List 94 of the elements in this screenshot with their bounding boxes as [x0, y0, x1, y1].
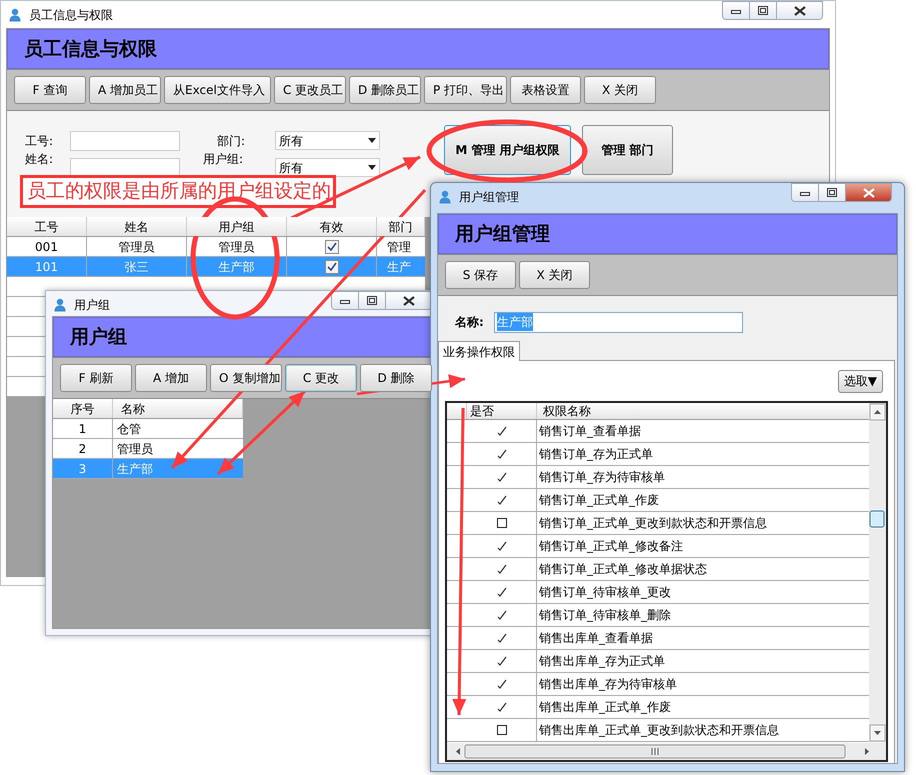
toolbar-button[interactable]: A 增加	[135, 364, 207, 392]
table-cell-text: 销售订单_待审核单_更改	[538, 584, 672, 601]
table-cell-text: 仓管	[116, 420, 142, 438]
column-header[interactable]: 序号	[53, 399, 113, 418]
row-number: 3	[53, 459, 113, 478]
maximize-button[interactable]	[750, 2, 777, 19]
row-number: 2	[53, 439, 113, 458]
toolbar-button[interactable]: X 关闭	[584, 76, 656, 104]
column-header[interactable]: 是否	[467, 403, 537, 419]
dropdown[interactable]: 所有	[275, 158, 380, 177]
toolbar-button[interactable]: A 增加员工	[89, 76, 161, 104]
maximize-icon	[827, 188, 837, 197]
table-cell-text: 管理	[386, 238, 412, 256]
toolbar-button[interactable]: X 关闭	[519, 261, 590, 289]
header-title: 用户组	[70, 324, 127, 350]
minimize-button[interactable]	[332, 292, 359, 309]
dropdown-arrow-icon	[368, 138, 376, 143]
table-cell-text: 销售订单_正式单_作废	[538, 492, 660, 509]
table-cell: 101	[7, 257, 87, 276]
minimize-button[interactable]	[723, 2, 750, 19]
table-cell-text: 销售出库单_存为正式单	[538, 653, 666, 670]
checkbox[interactable]	[324, 260, 338, 274]
maximize-button[interactable]	[819, 184, 846, 201]
table-cell-text: 销售订单_正式单_修改单据状态	[538, 561, 708, 578]
table-cell-text: 销售出库单_存为待审核单	[538, 676, 678, 693]
dropdown[interactable]: 所有	[275, 131, 380, 150]
close-button[interactable]	[777, 2, 822, 19]
vertical-scrollbar[interactable]	[869, 403, 886, 743]
action-button[interactable]: M 管理 用户组权限	[444, 125, 571, 175]
pick-button[interactable]: 选取▼	[838, 370, 883, 392]
minimize-button[interactable]	[792, 184, 819, 201]
field-label: 姓名:	[25, 151, 54, 168]
action-button[interactable]: 管理 部门	[582, 125, 673, 175]
table-cell-text: 销售订单_存为正式单	[538, 446, 654, 463]
minimize-icon	[731, 8, 741, 14]
column-header[interactable]: 名称	[113, 399, 243, 418]
horizontal-scrollbar[interactable]	[447, 743, 886, 760]
column-header[interactable]: 有效	[287, 217, 377, 236]
table-cell-text: 销售订单_正式单_修改备注	[538, 538, 684, 555]
text-field[interactable]	[70, 131, 180, 151]
table-cell-text: 销售订单_正式单_更改到款状态和开票信息	[538, 515, 768, 532]
table-cell: 张三	[87, 257, 187, 276]
window-title: 用户组管理	[459, 189, 519, 206]
close-icon	[794, 6, 806, 16]
field-label: 部门:	[217, 133, 246, 150]
table-cell-text: 管理员	[116, 440, 154, 458]
table-cell-text: 销售订单_查看单据	[538, 423, 642, 440]
close-icon	[402, 296, 414, 306]
maximize-button[interactable]	[359, 292, 386, 309]
table-cell: 管理员	[187, 237, 287, 256]
window-title: 员工信息与权限	[29, 7, 113, 24]
minimize-icon	[800, 190, 810, 196]
toolbar-button[interactable]: F 查询	[14, 76, 86, 104]
field-label: 工号:	[25, 133, 54, 150]
table-cell-text: 生产部	[116, 460, 154, 478]
toolbar-button[interactable]: C 更改	[285, 364, 357, 392]
table-cell-text: 销售出库单_正式单_更改到款状态和开票信息	[538, 722, 780, 739]
toolbar-button[interactable]: 表格设置	[510, 76, 581, 104]
table-cell: 生产部	[187, 257, 287, 276]
maximize-icon	[758, 6, 768, 15]
maximize-icon	[367, 296, 377, 305]
tab[interactable]: 业务操作权限	[438, 341, 520, 361]
column-header[interactable]: 权限名称	[537, 403, 869, 419]
table-cell: 管理员	[87, 237, 187, 256]
close-icon	[862, 188, 874, 198]
toolbar-button[interactable]: P 打印、导出	[424, 76, 507, 104]
table-cell: 001	[7, 237, 87, 256]
dropdown-arrow-icon	[368, 165, 376, 170]
minimize-icon	[340, 298, 350, 304]
header-title: 员工信息与权限	[24, 36, 157, 62]
table-cell-text: 销售订单_待审核单_删除	[538, 607, 672, 624]
user-icon	[54, 298, 66, 312]
row-number: 1	[53, 419, 113, 438]
toolbar-button[interactable]: F 刷新	[60, 364, 132, 392]
toolbar-button[interactable]: O 复制增加	[210, 364, 282, 392]
toolbar-button[interactable]: D 删除	[360, 364, 432, 392]
table-cell-text: 销售出库单_查看单据	[538, 630, 654, 647]
field-label: 用户组:	[203, 151, 244, 168]
toolbar-button[interactable]: 从Excel文件导入	[164, 76, 271, 104]
field-label: 名称:	[455, 314, 484, 331]
user-icon	[439, 190, 451, 204]
table-cell-text: 销售出库单_正式单_作废	[538, 699, 672, 716]
window-title: 用户组	[74, 297, 110, 314]
user-icon	[9, 8, 21, 22]
table-cell-text: 生产	[386, 258, 412, 276]
toolbar-button[interactable]: D 删除员工	[349, 76, 421, 104]
toolbar-button[interactable]: S 保存	[445, 261, 516, 289]
checkbox[interactable]	[324, 240, 338, 254]
close-button[interactable]	[846, 184, 891, 201]
header-title: 用户组管理	[455, 222, 550, 247]
close-button[interactable]	[386, 292, 431, 309]
selected-text: 生产部	[496, 313, 533, 331]
toolbar-button[interactable]: C 更改员工	[274, 76, 346, 104]
table-cell-text: 销售订单_存为待审核单	[538, 469, 666, 486]
